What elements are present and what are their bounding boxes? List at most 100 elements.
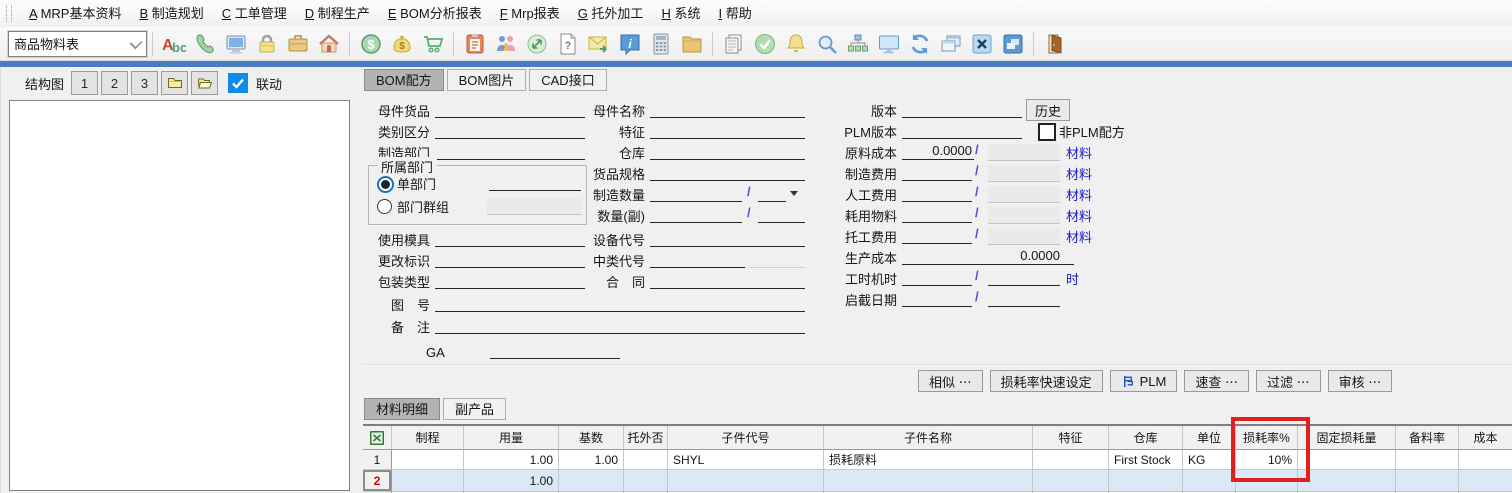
consumables-link[interactable]: 材料 — [1066, 206, 1092, 225]
non-plm-checkbox[interactable] — [1038, 123, 1056, 141]
top-tab-3[interactable]: CAD接口 — [529, 69, 606, 91]
table-cell[interactable] — [1459, 470, 1512, 492]
parent-name-input[interactable] — [650, 101, 805, 118]
table-cell[interactable]: 10% — [1236, 450, 1298, 470]
info-icon[interactable]: i — [616, 30, 643, 57]
mfg-dept-input[interactable] — [435, 143, 585, 160]
column-header[interactable]: 制程 — [392, 426, 464, 450]
column-header[interactable]: 单位 — [1183, 426, 1236, 450]
contract-input[interactable] — [650, 272, 805, 289]
calculator-icon[interactable] — [647, 30, 674, 57]
table-cell[interactable]: KG — [1183, 450, 1236, 470]
column-header[interactable]: 仓库 — [1109, 426, 1183, 450]
report-type-select[interactable]: 商品物料表 — [8, 31, 147, 57]
exit-door-icon[interactable] — [1041, 30, 1068, 57]
qty-sub-unit-input[interactable] — [758, 206, 805, 223]
table-cell[interactable] — [1298, 470, 1396, 492]
consumables-input[interactable] — [902, 206, 972, 223]
mail-send-icon[interactable] — [585, 30, 612, 57]
table-cell[interactable] — [824, 470, 1033, 492]
table-cell[interactable] — [1109, 470, 1183, 492]
table-cell[interactable] — [1236, 470, 1298, 492]
prod-cost-input[interactable]: 0.0000 — [902, 248, 1074, 265]
ga-input[interactable] — [490, 342, 620, 359]
equip-code-input[interactable] — [650, 230, 805, 247]
column-header[interactable]: 子件名称 — [824, 426, 1033, 450]
remark-input[interactable] — [435, 317, 805, 334]
history-button[interactable]: 历史 — [1026, 99, 1070, 121]
column-header[interactable]: 基数 — [559, 426, 624, 450]
menu-item-f[interactable]: F Mrp报表 — [491, 1, 569, 27]
drawing-no-input[interactable] — [435, 295, 805, 312]
level-button-1[interactable]: 1 — [71, 71, 98, 95]
table-cell[interactable]: 1.00 — [559, 450, 624, 470]
material-cost-input[interactable]: 0.0000 — [902, 143, 974, 160]
search-icon[interactable] — [813, 30, 840, 57]
column-header[interactable]: 固定损耗量 — [1298, 426, 1396, 450]
menu-item-i[interactable]: I 帮助 — [709, 1, 760, 27]
toolbar-grip[interactable] — [6, 5, 12, 22]
dollar-coin-icon[interactable]: $ — [357, 30, 384, 57]
mfg-qty-unit-input[interactable] — [758, 185, 786, 202]
level-button-2[interactable]: 2 — [101, 71, 128, 95]
feature-input[interactable] — [650, 122, 805, 139]
machine-hours-input[interactable] — [988, 269, 1060, 286]
menu-item-b[interactable]: B 制造规划 — [130, 1, 212, 27]
outwork-fee-input[interactable] — [902, 227, 972, 244]
work-hours-input[interactable] — [902, 269, 972, 286]
table-cell[interactable] — [392, 470, 464, 492]
category-input[interactable] — [435, 122, 585, 139]
restore-window-icon[interactable] — [999, 30, 1026, 57]
mfg-qty-input[interactable] — [650, 185, 742, 202]
menu-item-a[interactable]: A MRP基本资料 — [20, 1, 130, 27]
abc-letters-icon[interactable]: Abc — [160, 30, 187, 57]
doc-question-icon[interactable]: ? — [554, 30, 581, 57]
column-header[interactable]: 特征 — [1033, 426, 1109, 450]
plm-button[interactable]: PLM — [1110, 370, 1178, 392]
expand-folder-button[interactable] — [191, 71, 218, 95]
copy-docs-icon[interactable] — [720, 30, 747, 57]
column-header[interactable]: 托外否 — [624, 426, 668, 450]
column-header[interactable]: 损耗率% — [1236, 426, 1298, 450]
table-cell[interactable] — [624, 470, 668, 492]
end-date-input[interactable] — [988, 290, 1060, 307]
table-cell[interactable] — [1298, 450, 1396, 470]
dept-group-radio[interactable] — [377, 199, 392, 214]
lock-icon[interactable] — [253, 30, 280, 57]
users-icon[interactable] — [492, 30, 519, 57]
shopping-cart-icon[interactable] — [419, 30, 446, 57]
plm-version-input[interactable] — [902, 122, 1022, 139]
top-tab-2[interactable]: BOM图片 — [447, 69, 527, 91]
mfg-fee-link[interactable]: 材料 — [1066, 164, 1092, 183]
mfg-qty-dropdown-icon[interactable] — [790, 191, 798, 200]
table-cell[interactable] — [1459, 450, 1512, 470]
home-icon[interactable] — [315, 30, 342, 57]
filter-button[interactable]: 过滤 ⋯ — [1256, 370, 1321, 392]
menu-item-g[interactable]: G 托外加工 — [569, 1, 653, 27]
linkage-checkbox[interactable] — [228, 73, 248, 93]
money-bag-icon[interactable]: $ — [388, 30, 415, 57]
audit-button[interactable]: 审核 ⋯ — [1328, 370, 1393, 392]
org-chart-icon[interactable] — [844, 30, 871, 57]
spec-input[interactable] — [650, 164, 805, 181]
change-flag-input[interactable] — [435, 251, 585, 268]
collapse-folder-button[interactable] — [161, 71, 188, 95]
material-cost-link[interactable]: 材料 — [1066, 143, 1092, 162]
table-cell[interactable]: First Stock — [1109, 450, 1183, 470]
table-cell[interactable] — [1033, 470, 1109, 492]
table-cell[interactable] — [392, 450, 464, 470]
column-header[interactable]: 成本 — [1459, 426, 1512, 450]
check-circle-icon[interactable] — [751, 30, 778, 57]
mid-class-input[interactable] — [650, 251, 745, 268]
parent-item-input[interactable] — [435, 101, 585, 118]
qty-sub-input[interactable] — [650, 206, 742, 223]
menu-item-c[interactable]: C 工单管理 — [213, 1, 296, 27]
refresh-icon[interactable] — [906, 30, 933, 57]
menu-item-h[interactable]: H 系统 — [652, 1, 709, 27]
column-header[interactable]: 子件代号 — [668, 426, 824, 450]
menu-item-d[interactable]: D 制程生产 — [296, 1, 379, 27]
table-cell[interactable] — [1396, 450, 1459, 470]
row-number[interactable]: 1 — [363, 450, 392, 470]
bottom-tab-2[interactable]: 副产品 — [443, 398, 506, 420]
similar-button[interactable]: 相似 ⋯ — [918, 370, 983, 392]
